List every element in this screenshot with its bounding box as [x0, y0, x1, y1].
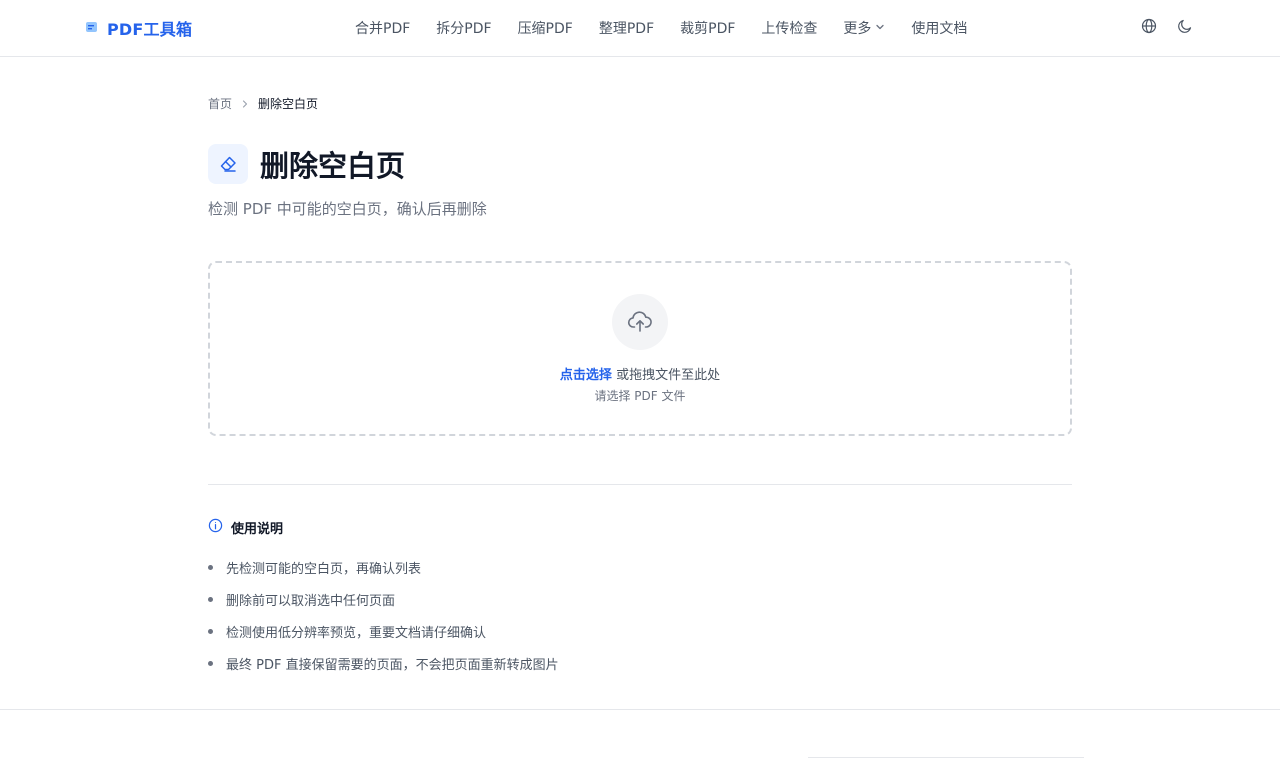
- nav-more-dropdown[interactable]: 更多: [830, 18, 898, 38]
- section-divider: [208, 484, 1072, 485]
- bullet-dot: [208, 660, 213, 666]
- dropzone-instruction: 点击选择 或拖拽文件至此处: [210, 364, 1070, 383]
- list-item: 先检测可能的空白页，再确认列表: [208, 551, 559, 583]
- list-item: 删除前可以取消选中任何页面: [208, 583, 559, 615]
- usage-item-text: 先检测可能的空白页，再确认列表: [226, 561, 422, 577]
- top-navbar: PDF工具箱 合并PDF 拆分PDF 压缩PDF 整理PDF 裁剪PDF 上传检…: [0, 0, 1280, 57]
- list-item: 检测使用低分辨率预览，重要文档请仔细确认: [208, 615, 559, 647]
- usage-title: 使用说明: [231, 522, 284, 537]
- usage-item-text: 检测使用低分辨率预览，重要文档请仔细确认: [226, 625, 487, 641]
- chevron-down-icon: [875, 20, 885, 36]
- nav-compress-pdf[interactable]: 压缩PDF: [505, 18, 586, 38]
- nav-split-pdf[interactable]: 拆分PDF: [423, 18, 504, 38]
- logo-icon: [85, 19, 99, 38]
- breadcrumb: 首页 删除空白页: [208, 95, 318, 112]
- usage-list: 先检测可能的空白页，再确认列表 删除前可以取消选中任何页面 检测使用低分辨率预览…: [208, 551, 559, 679]
- dropzone-hint: 或拖拽文件至此处: [611, 368, 721, 383]
- list-item: 最终 PDF 直接保留需要的页面，不会把页面重新转成图片: [208, 647, 559, 679]
- eraser-icon: [208, 144, 248, 184]
- footer-divider: [0, 709, 1280, 710]
- bullet-dot: [208, 564, 213, 570]
- chevron-right-icon: [240, 99, 250, 109]
- nav-crop-pdf[interactable]: 裁剪PDF: [667, 18, 748, 38]
- page-header: 删除空白页: [208, 143, 405, 185]
- nav-organize-pdf[interactable]: 整理PDF: [586, 18, 667, 38]
- bullet-dot: [208, 628, 213, 634]
- select-file-link[interactable]: 点击选择: [560, 368, 612, 383]
- file-dropzone[interactable]: 点击选择 或拖拽文件至此处 请选择 PDF 文件: [208, 261, 1072, 436]
- usage-item-text: 最终 PDF 直接保留需要的页面，不会把页面重新转成图片: [226, 657, 559, 673]
- breadcrumb-current: 删除空白页: [258, 97, 319, 111]
- nav-more-label: 更多: [843, 21, 872, 37]
- nav-docs[interactable]: 使用文档: [898, 18, 980, 38]
- bullet-dot: [208, 596, 213, 602]
- info-icon: [208, 518, 223, 537]
- logo-text: PDF工具箱: [107, 20, 193, 39]
- globe-icon: [1141, 18, 1157, 38]
- theme-toggle-button[interactable]: [1176, 17, 1194, 39]
- page-title: 删除空白页: [260, 149, 406, 183]
- header-actions: [1140, 17, 1194, 39]
- main-nav: 合并PDF 拆分PDF 压缩PDF 整理PDF 裁剪PDF 上传检查 更多 使用…: [342, 0, 980, 56]
- page-subtitle: 检测 PDF 中可能的空白页，确认后再删除: [208, 200, 487, 218]
- upload-cloud-icon: [612, 294, 668, 350]
- usage-heading: 使用说明: [208, 518, 283, 537]
- usage-item-text: 删除前可以取消选中任何页面: [226, 593, 396, 609]
- language-button[interactable]: [1140, 17, 1158, 39]
- logo-link[interactable]: PDF工具箱: [85, 16, 192, 40]
- breadcrumb-home[interactable]: 首页: [208, 95, 232, 112]
- dropzone-subtext: 请选择 PDF 文件: [594, 389, 686, 403]
- nav-upload-check[interactable]: 上传检查: [748, 18, 830, 38]
- footer-partial-border: [808, 757, 1084, 758]
- moon-icon: [1177, 18, 1193, 38]
- nav-merge-pdf[interactable]: 合并PDF: [342, 18, 423, 38]
